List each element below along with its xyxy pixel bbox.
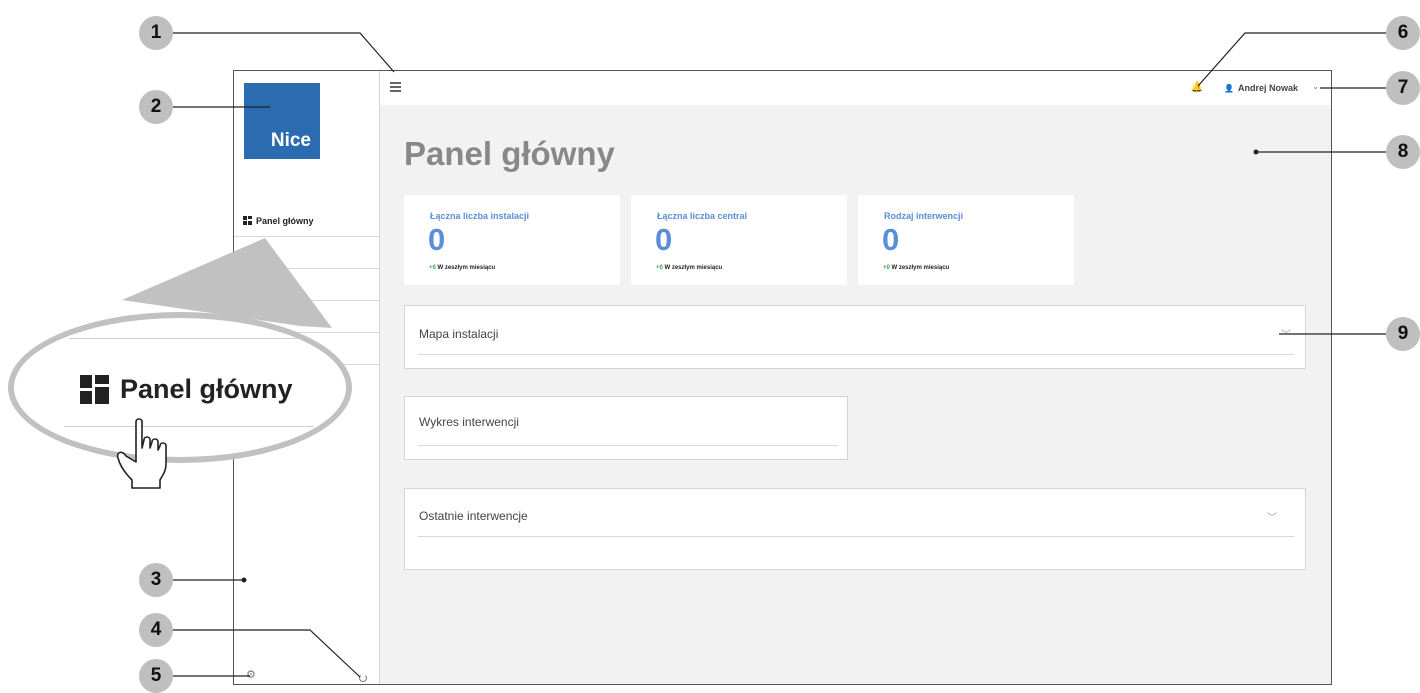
logo-text: Nice <box>270 130 311 151</box>
zoom-label: Panel główny <box>80 374 293 405</box>
stat-delta: +0 <box>883 265 890 271</box>
stat-label: Łączna liczba instalacji <box>430 211 530 221</box>
main-content: Panel główny Łączna liczba instalacji 0 … <box>380 105 1331 684</box>
stat-value: 0 <box>655 222 673 257</box>
callout-1: 1 <box>139 16 173 50</box>
chevron-down-icon[interactable]: ﹀ <box>1281 326 1291 341</box>
stat-card-interwencje: Rodzaj interwencji 0 +0 W zeszłym miesią… <box>858 195 1074 285</box>
app-window: Nice Panel główny ...lacji ...nicy ⚙ 🔔 👤… <box>233 70 1332 685</box>
sidebar-item-centrale[interactable]: ...nicy <box>234 269 379 301</box>
sidebar-item-panel-glowny[interactable]: Panel główny <box>234 205 379 237</box>
gear-icon[interactable]: ⚙ <box>246 668 256 681</box>
chevron-down-icon[interactable]: ⌄ <box>1312 82 1319 91</box>
dashboard-icon <box>243 216 252 225</box>
panel-title: Mapa instalacji <box>419 327 499 341</box>
user-name: Andrej Nowak <box>1237 83 1298 93</box>
panel-divider <box>418 354 1294 355</box>
stat-period: W zeszłym miesiącu <box>664 265 723 271</box>
callout-9: 9 <box>1386 317 1420 351</box>
callout-4: 4 <box>139 613 173 647</box>
stat-period: W zeszłym miesiącu <box>891 265 950 271</box>
stat-subtext: +0 W zeszłym miesiącu <box>429 265 495 271</box>
nice-logo[interactable]: Nice <box>244 83 320 159</box>
stat-label: Łączna liczba central <box>657 211 748 221</box>
panel-title: Wykres interwencji <box>419 415 519 429</box>
sidebar-item-label: Panel główny <box>256 215 314 226</box>
stat-delta: +0 <box>656 265 663 271</box>
page-title: Panel główny <box>404 135 615 172</box>
chevron-down-icon[interactable]: ﹀ <box>1267 509 1277 524</box>
stat-card-centrale: Łączna liczba central 0 +0 W zeszłym mie… <box>631 195 847 285</box>
zoom-magnifier: Panel główny <box>8 312 352 463</box>
sidebar-item-label: ...nicy <box>243 279 267 290</box>
panel-divider <box>418 536 1294 537</box>
stat-value: 0 <box>428 222 446 257</box>
stat-value: 0 <box>882 222 900 257</box>
stat-card-instalacje: Łączna liczba instalacji 0 +0 W zeszłym … <box>404 195 620 285</box>
stat-subtext: +0 W zeszłym miesiącu <box>656 265 722 271</box>
panel-ostatnie-interwencje[interactable]: Ostatnie interwencje ﹀ <box>404 488 1306 570</box>
callout-2: 2 <box>139 90 173 124</box>
zoom-divider <box>64 426 314 427</box>
user-icon: 👤 <box>1224 83 1234 93</box>
callout-3: 3 <box>139 563 173 597</box>
sidebar-item-label: ...lacji <box>243 247 267 258</box>
panel-divider <box>418 445 838 446</box>
stat-delta: +0 <box>429 265 436 271</box>
zoom-divider <box>69 338 309 339</box>
hand-pointer-icon <box>116 418 167 489</box>
callout-8: 8 <box>1386 135 1420 169</box>
callout-7: 7 <box>1386 71 1420 105</box>
bell-icon[interactable]: 🔔 <box>1191 82 1203 93</box>
stat-label: Rodzaj interwencji <box>884 211 964 221</box>
top-bar: 🔔 👤 Andrej Nowak ⌄ <box>380 71 1331 105</box>
zoom-label-text: Panel główny <box>120 374 293 404</box>
dashboard-icon <box>80 375 109 404</box>
callout-6: 6 <box>1386 16 1420 50</box>
hamburger-menu-icon[interactable] <box>390 82 401 94</box>
power-icon[interactable] <box>359 674 367 682</box>
panel-mapa-instalacji[interactable]: Mapa instalacji ﹀ <box>404 305 1306 369</box>
sidebar-item-instalacje[interactable]: ...lacji <box>234 237 379 269</box>
stat-subtext: +0 W zeszłym miesiącu <box>883 265 949 271</box>
panel-title: Ostatnie interwencje <box>419 509 528 523</box>
user-menu[interactable]: 👤 Andrej Nowak <box>1224 83 1298 93</box>
stat-period: W zeszłym miesiącu <box>437 265 496 271</box>
panel-wykres-interwencji[interactable]: Wykres interwencji <box>404 396 848 460</box>
